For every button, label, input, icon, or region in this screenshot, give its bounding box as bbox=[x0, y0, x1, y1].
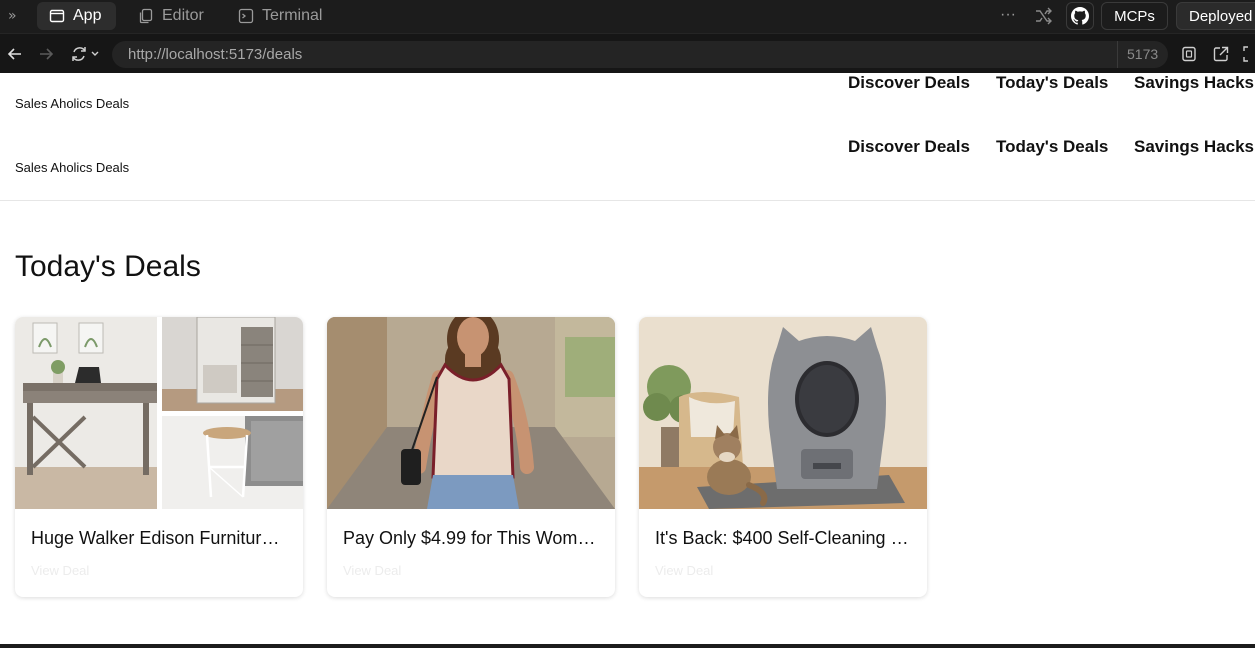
site-header-duplicate: Sales Aholics Deals Discover Deals Today… bbox=[0, 137, 1255, 201]
tab-terminal-label: Terminal bbox=[262, 7, 323, 24]
browser-window-icon bbox=[49, 9, 65, 23]
device-toggle-icon[interactable] bbox=[1180, 45, 1198, 63]
bottom-edge bbox=[0, 644, 1255, 648]
ide-top-bar: » App Editor Terminal ··· MCPs Deployed bbox=[0, 0, 1255, 33]
deal-image-tank-top[interactable] bbox=[327, 317, 615, 509]
github-button[interactable] bbox=[1066, 2, 1094, 30]
tab-terminal[interactable]: Terminal bbox=[226, 2, 336, 30]
view-deal-link[interactable]: View Deal bbox=[31, 563, 89, 578]
url-text: http://localhost:5173/deals bbox=[128, 46, 303, 63]
shuffle-icon[interactable] bbox=[1034, 7, 1054, 25]
tab-editor-label: Editor bbox=[162, 7, 204, 24]
deal-image-furniture[interactable] bbox=[15, 317, 303, 509]
deal-image-litter-box[interactable] bbox=[639, 317, 927, 509]
nav-savings-hacks[interactable]: Savings Hacks bbox=[1134, 137, 1254, 157]
nav-savings-hacks[interactable]: Savings Hacks bbox=[1134, 73, 1254, 93]
site-header: Sales Aholics Deals Discover Deals Today… bbox=[0, 73, 1255, 137]
deployed-button[interactable]: Deployed bbox=[1176, 2, 1255, 30]
fullscreen-icon[interactable] bbox=[1242, 45, 1255, 63]
site-brand[interactable]: Sales Aholics Deals bbox=[15, 96, 129, 111]
more-options-icon[interactable]: ··· bbox=[996, 7, 1020, 24]
view-deal-link[interactable]: View Deal bbox=[343, 563, 401, 578]
deal-title: Pay Only $4.99 for This Women's Tank Top bbox=[343, 528, 599, 548]
back-arrow-icon[interactable] bbox=[6, 45, 24, 63]
deal-card[interactable]: Pay Only $4.99 for This Women's Tank Top… bbox=[327, 317, 615, 597]
tab-editor[interactable]: Editor bbox=[126, 2, 226, 30]
nav-discover-deals[interactable]: Discover Deals bbox=[848, 73, 970, 93]
url-input[interactable]: http://localhost:5173/deals 5173 bbox=[112, 41, 1168, 68]
browser-address-bar: http://localhost:5173/deals 5173 bbox=[0, 33, 1255, 73]
nav-discover-deals[interactable]: Discover Deals bbox=[848, 137, 970, 157]
tab-app[interactable]: App bbox=[37, 2, 116, 30]
view-deal-link[interactable]: View Deal bbox=[655, 563, 713, 578]
forward-arrow-icon[interactable] bbox=[37, 45, 55, 63]
files-icon bbox=[139, 8, 153, 24]
deal-card[interactable]: Huge Walker Edison Furniture Sale View D… bbox=[15, 317, 303, 597]
deal-title: Huge Walker Edison Furniture Sale bbox=[31, 528, 287, 548]
port-label[interactable]: 5173 bbox=[1127, 46, 1158, 62]
tab-app-label: App bbox=[73, 7, 102, 24]
deal-card[interactable]: It's Back: $400 Self-Cleaning Litter Box… bbox=[639, 317, 927, 597]
nav-todays-deals[interactable]: Today's Deals bbox=[996, 73, 1108, 93]
open-external-icon[interactable] bbox=[1212, 45, 1230, 63]
site-brand[interactable]: Sales Aholics Deals bbox=[15, 160, 129, 175]
page-title: Today's Deals bbox=[15, 250, 201, 283]
port-divider bbox=[1117, 41, 1118, 68]
mcps-button[interactable]: MCPs bbox=[1101, 2, 1168, 30]
terminal-icon bbox=[238, 8, 254, 24]
nav-todays-deals[interactable]: Today's Deals bbox=[996, 137, 1108, 157]
reload-icon[interactable] bbox=[70, 45, 102, 63]
github-icon bbox=[1071, 7, 1089, 25]
expand-sidebar-icon[interactable]: » bbox=[8, 8, 22, 24]
deal-title: It's Back: $400 Self-Cleaning Litter Box bbox=[655, 528, 911, 548]
